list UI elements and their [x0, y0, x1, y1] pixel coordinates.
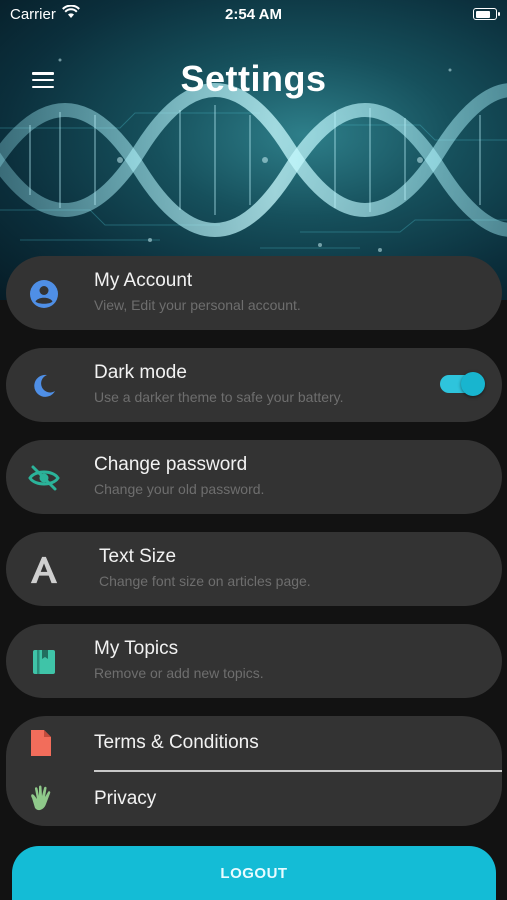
setting-subtitle: Change font size on articles page. [99, 573, 311, 589]
setting-subtitle: Remove or add new topics. [94, 665, 264, 681]
setting-subtitle: Change your old password. [94, 481, 265, 497]
setting-privacy[interactable]: Privacy [6, 772, 502, 826]
carrier-label: Carrier [10, 5, 56, 23]
setting-title: Text Size [99, 546, 177, 567]
logout-button[interactable]: LOGOUT [12, 846, 496, 900]
setting-title: Change password [94, 454, 248, 475]
status-bar: Carrier 2:54 AM [0, 0, 507, 28]
setting-title: Terms & Conditions [94, 732, 259, 753]
setting-terms[interactable]: Terms & Conditions [6, 716, 502, 771]
dna-background-image [0, 58, 507, 252]
dark-mode-toggle[interactable] [440, 372, 485, 396]
moon-icon [28, 370, 60, 402]
setting-subtitle: Use a darker theme to safe your battery. [94, 389, 344, 405]
setting-title: My Account [94, 270, 193, 291]
document-icon [26, 728, 56, 758]
book-icon [28, 646, 60, 678]
eye-off-icon [28, 462, 60, 494]
setting-dark-mode[interactable]: Dark mode Use a darker theme to safe you… [6, 348, 502, 422]
wifi-icon [61, 4, 80, 23]
toggle-knob [461, 372, 485, 396]
setting-title: My Topics [94, 638, 179, 659]
header-background [0, 0, 507, 300]
setting-my-account[interactable]: My Account View, Edit your personal acco… [6, 256, 502, 330]
status-left: Carrier [10, 4, 80, 23]
setting-text-size[interactable]: Text Size Change font size on articles p… [6, 532, 502, 606]
hand-icon [26, 784, 56, 814]
setting-subtitle: View, Edit your personal account. [94, 297, 301, 313]
setting-change-password[interactable]: Change password Change your old password… [6, 440, 502, 514]
legal-card: Terms & Conditions Privacy [6, 716, 502, 826]
setting-title: Dark mode [94, 362, 187, 383]
setting-title: Privacy [94, 788, 157, 809]
page-title: Settings [180, 58, 327, 99]
setting-my-topics[interactable]: My Topics Remove or add new topics. [6, 624, 502, 698]
text-size-icon [28, 554, 60, 586]
account-circle-icon [28, 278, 60, 310]
battery-icon [473, 8, 500, 20]
